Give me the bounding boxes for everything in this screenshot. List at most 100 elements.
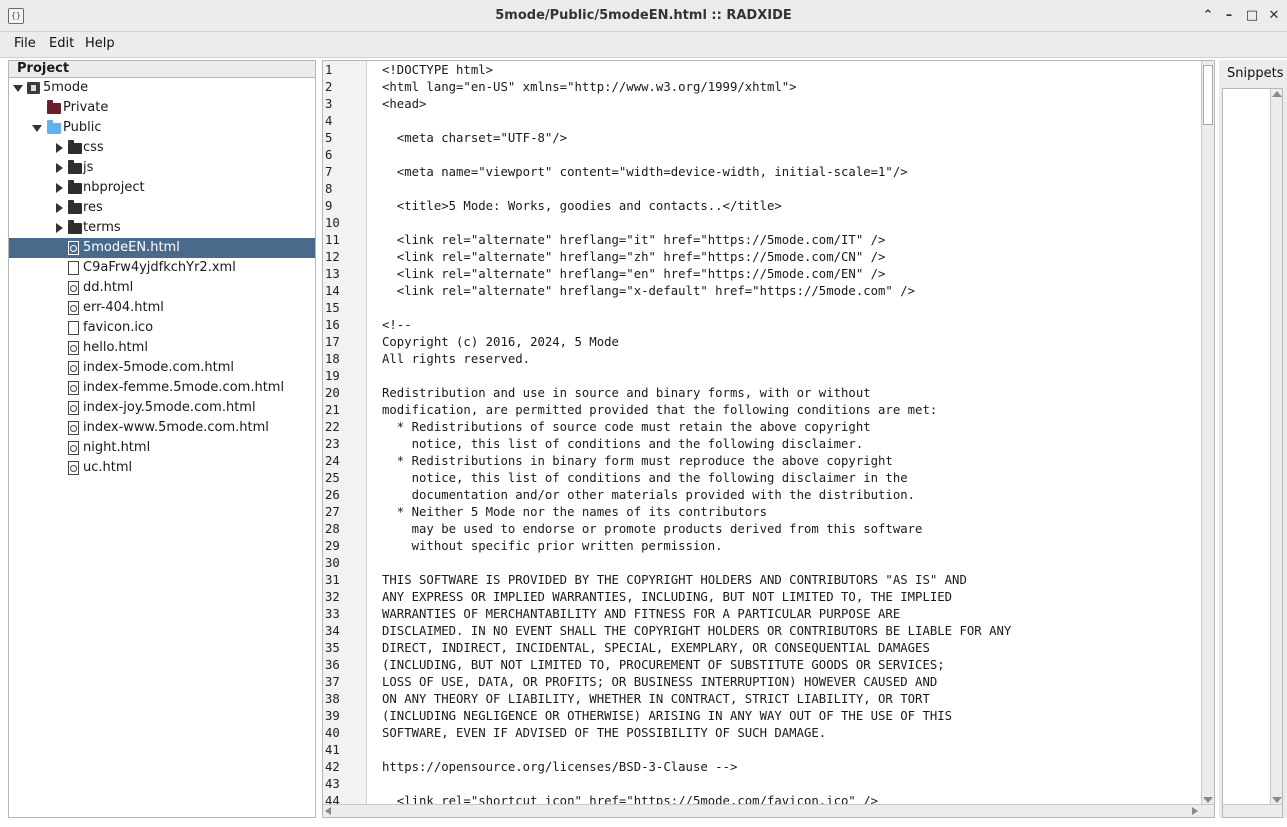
expand-right-icon[interactable] bbox=[56, 143, 63, 153]
scroll-left-arrow-icon[interactable] bbox=[325, 807, 331, 815]
tree-file[interactable]: 5modeEN.html bbox=[9, 238, 315, 258]
code-line[interactable]: https://opensource.org/licenses/BSD-3-Cl… bbox=[382, 759, 737, 776]
line-number: 38 bbox=[325, 692, 340, 706]
line-number: 17 bbox=[325, 335, 340, 349]
tree-file[interactable]: dd.html bbox=[9, 278, 315, 298]
scroll-up-arrow-icon[interactable] bbox=[1272, 91, 1282, 97]
tree-folder-public[interactable]: Public bbox=[9, 118, 315, 138]
expand-right-icon[interactable] bbox=[56, 163, 63, 173]
tree-file[interactable]: index-5mode.com.html bbox=[9, 358, 315, 378]
line-number: 14 bbox=[325, 284, 340, 298]
scroll-down-arrow-icon[interactable] bbox=[1203, 797, 1213, 803]
editor-scroll-thumb[interactable] bbox=[1203, 65, 1213, 125]
tree-item-label: uc.html bbox=[83, 460, 133, 475]
line-number: 22 bbox=[325, 420, 340, 434]
code-line[interactable]: <!-- bbox=[382, 317, 412, 334]
code-line[interactable]: DIRECT, INDIRECT, INCIDENTAL, SPECIAL, E… bbox=[382, 640, 930, 657]
code-line[interactable]: notice, this list of conditions and the … bbox=[382, 436, 864, 453]
line-number: 28 bbox=[325, 522, 340, 536]
code-line[interactable]: <link rel="alternate" hreflang="zh" href… bbox=[382, 249, 886, 266]
tree-folder-css[interactable]: css bbox=[9, 138, 315, 158]
code-line[interactable]: THIS SOFTWARE IS PROVIDED BY THE COPYRIG… bbox=[382, 572, 967, 589]
code-line[interactable]: LOSS OF USE, DATA, OR PROFITS; OR BUSINE… bbox=[382, 674, 937, 691]
code-line[interactable]: <head> bbox=[382, 96, 426, 113]
expand-right-icon[interactable] bbox=[56, 183, 63, 193]
line-number: 9 bbox=[325, 199, 333, 213]
tree-file[interactable]: index-femme.5mode.com.html bbox=[9, 378, 315, 398]
tree-item-label: nbproject bbox=[83, 180, 145, 195]
code-line[interactable]: <link rel="alternate" hreflang="en" href… bbox=[382, 266, 886, 283]
code-line[interactable]: <link rel="alternate" hreflang="it" href… bbox=[382, 232, 886, 249]
tree-item-label: index-www.5mode.com.html bbox=[83, 420, 269, 435]
code-line[interactable]: ANY EXPRESS OR IMPLIED WARRANTIES, INCLU… bbox=[382, 589, 952, 606]
minimize-button[interactable]: – bbox=[1219, 6, 1239, 26]
tree-file[interactable]: uc.html bbox=[9, 458, 315, 478]
expand-down-icon[interactable] bbox=[32, 125, 42, 132]
tree-folder-js[interactable]: js bbox=[9, 158, 315, 178]
line-number: 37 bbox=[325, 675, 340, 689]
code-line[interactable]: (INCLUDING, BUT NOT LIMITED TO, PROCUREM… bbox=[382, 657, 945, 674]
code-line[interactable]: * Redistributions of source code must re… bbox=[382, 419, 871, 436]
code-line[interactable]: <link rel="alternate" hreflang="x-defaul… bbox=[382, 283, 915, 300]
snippets-horizontal-scrollbar[interactable] bbox=[1223, 804, 1282, 817]
code-area[interactable]: <!DOCTYPE html> <html lang="en-US" xmlns=… bbox=[367, 61, 1202, 805]
tree-file[interactable]: index-joy.5mode.com.html bbox=[9, 398, 315, 418]
scroll-right-arrow-icon[interactable] bbox=[1192, 807, 1198, 815]
tree-folder-nbproject[interactable]: nbproject bbox=[9, 178, 315, 198]
tree-item-label: js bbox=[83, 160, 94, 175]
code-line[interactable]: <title>5 Mode: Works, goodies and contac… bbox=[382, 198, 782, 215]
line-number: 35 bbox=[325, 641, 340, 655]
code-line[interactable]: without specific prior written permissio… bbox=[382, 538, 723, 555]
code-line[interactable]: <!DOCTYPE html> bbox=[382, 62, 493, 79]
tree-folder-terms[interactable]: terms bbox=[9, 218, 315, 238]
tree-file[interactable]: hello.html bbox=[9, 338, 315, 358]
tree-file[interactable]: C9aFrw4yjdfkchYr2.xml bbox=[9, 258, 315, 278]
menu-edit[interactable]: Edit bbox=[49, 36, 74, 51]
tree-item-label: Public bbox=[63, 120, 102, 135]
code-line[interactable]: Redistribution and use in source and bin… bbox=[382, 385, 871, 402]
expand-down-icon[interactable] bbox=[13, 85, 23, 92]
code-line[interactable]: SOFTWARE, EVEN IF ADVISED OF THE POSSIBI… bbox=[382, 725, 826, 742]
editor-vertical-scrollbar[interactable] bbox=[1201, 61, 1214, 805]
code-line[interactable]: <meta name="viewport" content="width=dev… bbox=[382, 164, 908, 181]
code-editor[interactable]: 1 2 3 4 5 6 7 8 9 10 11 12 13 14 15 16 17 18 19 20 21 22 23 24 2… bbox=[322, 60, 1215, 818]
scroll-down-arrow-icon[interactable] bbox=[1272, 797, 1282, 803]
tree-item-label: index-femme.5mode.com.html bbox=[83, 380, 285, 395]
expand-right-icon[interactable] bbox=[56, 223, 63, 233]
code-line[interactable]: <meta charset="UTF-8"/> bbox=[382, 130, 567, 147]
html-file-icon bbox=[68, 341, 79, 355]
project-panel: Project 5mode Private Public css js nbproject… bbox=[8, 60, 316, 818]
snippets-vertical-scrollbar[interactable] bbox=[1270, 89, 1282, 805]
maximize-button[interactable]: □ bbox=[1242, 6, 1262, 26]
menu-file[interactable]: File bbox=[14, 36, 36, 51]
tree-root-5mode[interactable]: 5mode bbox=[9, 78, 315, 98]
line-number: 2 bbox=[325, 80, 333, 94]
code-line[interactable]: * Redistributions in binary form must re… bbox=[382, 453, 893, 470]
editor-horizontal-scrollbar[interactable] bbox=[323, 804, 1214, 817]
tree-file[interactable]: err-404.html bbox=[9, 298, 315, 318]
tree-folder-res[interactable]: res bbox=[9, 198, 315, 218]
snippets-list[interactable] bbox=[1222, 88, 1283, 818]
tree-file[interactable]: night.html bbox=[9, 438, 315, 458]
expand-right-icon[interactable] bbox=[56, 203, 63, 213]
code-line[interactable]: DISCLAIMED. IN NO EVENT SHALL THE COPYRI… bbox=[382, 623, 1011, 640]
line-number: 26 bbox=[325, 488, 340, 502]
code-line[interactable]: may be used to endorse or promote produc… bbox=[382, 521, 923, 538]
code-line[interactable]: Copyright (c) 2016, 2024, 5 Mode bbox=[382, 334, 619, 351]
code-line[interactable]: (INCLUDING NEGLIGENCE OR OTHERWISE) ARIS… bbox=[382, 708, 952, 725]
code-line[interactable]: notice, this list of conditions and the … bbox=[382, 470, 908, 487]
tree-file[interactable]: favicon.ico bbox=[9, 318, 315, 338]
menu-help[interactable]: Help bbox=[85, 36, 115, 51]
code-line[interactable]: All rights reserved. bbox=[382, 351, 530, 368]
code-line[interactable]: documentation and/or other materials pro… bbox=[382, 487, 915, 504]
code-line[interactable]: ON ANY THEORY OF LIABILITY, WHETHER IN C… bbox=[382, 691, 930, 708]
collapse-button[interactable]: ⌃ bbox=[1198, 6, 1218, 26]
close-button[interactable]: ✕ bbox=[1264, 6, 1284, 26]
tree-file[interactable]: index-www.5mode.com.html bbox=[9, 418, 315, 438]
line-number: 23 bbox=[325, 437, 340, 451]
code-line[interactable]: WARRANTIES OF MERCHANTABILITY AND FITNES… bbox=[382, 606, 900, 623]
code-line[interactable]: * Neither 5 Mode nor the names of its co… bbox=[382, 504, 767, 521]
code-line[interactable]: modification, are permitted provided tha… bbox=[382, 402, 937, 419]
tree-folder-private[interactable]: Private bbox=[9, 98, 315, 118]
code-line[interactable]: <html lang="en-US" xmlns="http://www.w3.… bbox=[382, 79, 797, 96]
